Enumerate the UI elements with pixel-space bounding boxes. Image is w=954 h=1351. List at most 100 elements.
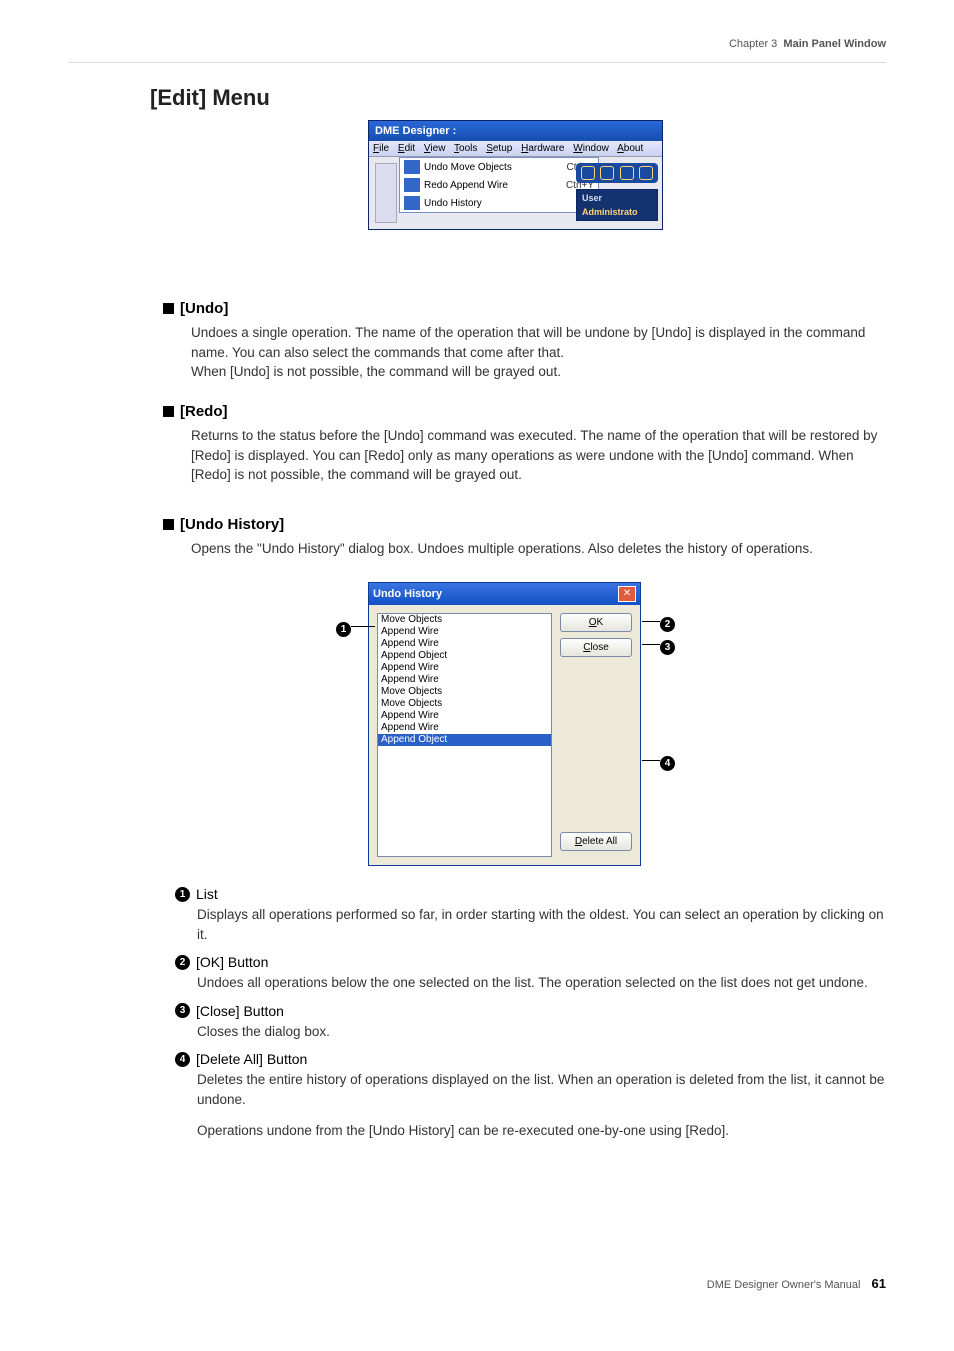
page-header: Chapter 3 Main Panel Window — [729, 38, 886, 50]
list-item[interactable]: Move Objects — [378, 614, 551, 626]
window-title: DME Designer : — [369, 121, 662, 141]
top-rule — [68, 62, 886, 63]
callout-number: 3 — [660, 640, 675, 655]
numbered-items: 1 List Displays all operations performed … — [175, 886, 886, 1151]
section-label: Main Panel Window — [783, 38, 886, 50]
close-button[interactable]: ✕ — [618, 586, 636, 602]
item-title: [Delete All] Button — [196, 1051, 307, 1067]
menu-about[interactable]: About — [617, 143, 643, 154]
section-heading: [Undo History] — [163, 516, 886, 533]
callout-line — [642, 621, 660, 622]
menu-item-label: Redo Append Wire — [424, 180, 566, 191]
midi-icon[interactable] — [581, 166, 595, 180]
dialog-buttons: OK Close Delete All — [560, 613, 632, 857]
item-title: [Close] Button — [196, 1003, 284, 1019]
user-panel: User Administrato — [576, 189, 658, 221]
callout-2: 2 — [660, 614, 675, 632]
sync-icon[interactable] — [639, 166, 653, 180]
post-items-note: Operations undone from the [Undo History… — [175, 1121, 886, 1141]
item-number: 2 — [175, 955, 190, 970]
item-body: Deletes the entire history of operations… — [197, 1070, 886, 1109]
dialog-body: Move ObjectsAppend WireAppend WireAppend… — [369, 605, 640, 865]
list-item[interactable]: Move Objects — [378, 698, 551, 710]
section-heading: [Redo] — [163, 403, 886, 420]
menubar: File Edit View Tools Setup Hardware Wind… — [369, 141, 662, 157]
list-item[interactable]: Append Object — [378, 734, 551, 746]
section-body: Opens the "Undo History" dialog box. Und… — [191, 539, 886, 559]
link-icon[interactable] — [600, 166, 614, 180]
history-icon — [404, 196, 420, 210]
dme-designer-window: DME Designer : File Edit View Tools Setu… — [368, 120, 663, 230]
delete-all-button[interactable]: Delete All — [560, 832, 632, 851]
dialog-title: Undo History — [373, 588, 442, 600]
callout-1: 1 — [336, 619, 351, 637]
close-button[interactable]: Close — [560, 638, 632, 657]
list-item[interactable]: Append Object — [378, 650, 551, 662]
item-ok-button: 2 [OK] Button Undoes all operations below… — [175, 954, 886, 993]
callout-number: 1 — [336, 622, 351, 637]
section-heading: [Undo] — [163, 300, 886, 317]
menu-item-label: Undo Move Objects — [424, 162, 567, 173]
item-body: Displays all operations performed so far… — [197, 905, 886, 944]
list-item[interactable]: Append Wire — [378, 722, 551, 734]
redo-icon — [404, 178, 420, 192]
square-bullet-icon — [163, 519, 174, 530]
page-number: 61 — [872, 1276, 886, 1291]
square-bullet-icon — [163, 406, 174, 417]
page-title: [Edit] Menu — [150, 85, 270, 111]
menu-edit[interactable]: Edit — [398, 143, 415, 154]
section-body: Undoes a single operation. The name of t… — [191, 323, 886, 382]
menu-window[interactable]: Window — [573, 143, 609, 154]
power-icon[interactable] — [620, 166, 634, 180]
menu-item-undo[interactable]: Undo Move Objects Ctrl+Z — [400, 158, 598, 176]
menu-tools[interactable]: Tools — [454, 143, 477, 154]
list-item[interactable]: Append Wire — [378, 710, 551, 722]
edit-dropdown: Undo Move Objects Ctrl+Z Redo Append Wir… — [399, 157, 599, 213]
list-item[interactable]: Append Wire — [378, 626, 551, 638]
window-body: Undo Move Objects Ctrl+Z Redo Append Wir… — [369, 157, 662, 229]
toolbar-icons — [576, 163, 658, 183]
footer-text: DME Designer Owner's Manual — [707, 1279, 861, 1291]
callout-4: 4 — [660, 753, 675, 771]
list-item[interactable]: Move Objects — [378, 686, 551, 698]
user-label: User — [582, 193, 652, 203]
section-redo: [Redo] Returns to the status before the … — [163, 403, 886, 485]
history-list[interactable]: Move ObjectsAppend WireAppend WireAppend… — [377, 613, 552, 857]
item-body: Undoes all operations below the one sele… — [197, 973, 886, 993]
chapter-label: Chapter 3 — [729, 38, 777, 50]
item-number: 1 — [175, 887, 190, 902]
list-item[interactable]: Append Wire — [378, 662, 551, 674]
list-item[interactable]: Append Wire — [378, 674, 551, 686]
callout-number: 2 — [660, 617, 675, 632]
callout-line — [642, 760, 660, 761]
item-body: Closes the dialog box. — [197, 1022, 886, 1042]
undo-icon — [404, 160, 420, 174]
section-undo-history: [Undo History] Opens the "Undo History" … — [163, 516, 886, 559]
callout-number: 4 — [660, 756, 675, 771]
menu-item-label: Undo History — [424, 198, 594, 209]
item-delete-all-button: 4 [Delete All] Button Deletes the entire … — [175, 1051, 886, 1109]
menu-file[interactable]: File — [373, 143, 389, 154]
item-title: [OK] Button — [196, 954, 268, 970]
note-body: Operations undone from the [Undo History… — [197, 1121, 886, 1141]
item-title: List — [196, 886, 218, 902]
menu-view[interactable]: View — [424, 143, 446, 154]
square-bullet-icon — [163, 303, 174, 314]
user-value: Administrato — [582, 207, 652, 217]
menu-item-redo[interactable]: Redo Append Wire Ctrl+Y — [400, 176, 598, 194]
menu-hardware[interactable]: Hardware — [521, 143, 564, 154]
callout-line — [351, 626, 375, 627]
list-item[interactable]: Append Wire — [378, 638, 551, 650]
menu-item-undo-history[interactable]: Undo History — [400, 194, 598, 212]
dialog-titlebar: Undo History ✕ — [369, 583, 640, 605]
page-footer: DME Designer Owner's Manual 61 — [707, 1276, 886, 1291]
menu-setup[interactable]: Setup — [486, 143, 512, 154]
item-close-button: 3 [Close] Button Closes the dialog box. — [175, 1003, 886, 1042]
ok-button[interactable]: OK — [560, 613, 632, 632]
left-toolbar — [375, 163, 397, 223]
item-number: 4 — [175, 1052, 190, 1067]
right-toolbar: User Administrato — [576, 163, 658, 221]
section-undo: [Undo] Undoes a single operation. The na… — [163, 300, 886, 382]
item-number: 3 — [175, 1003, 190, 1018]
callout-3: 3 — [660, 637, 675, 655]
